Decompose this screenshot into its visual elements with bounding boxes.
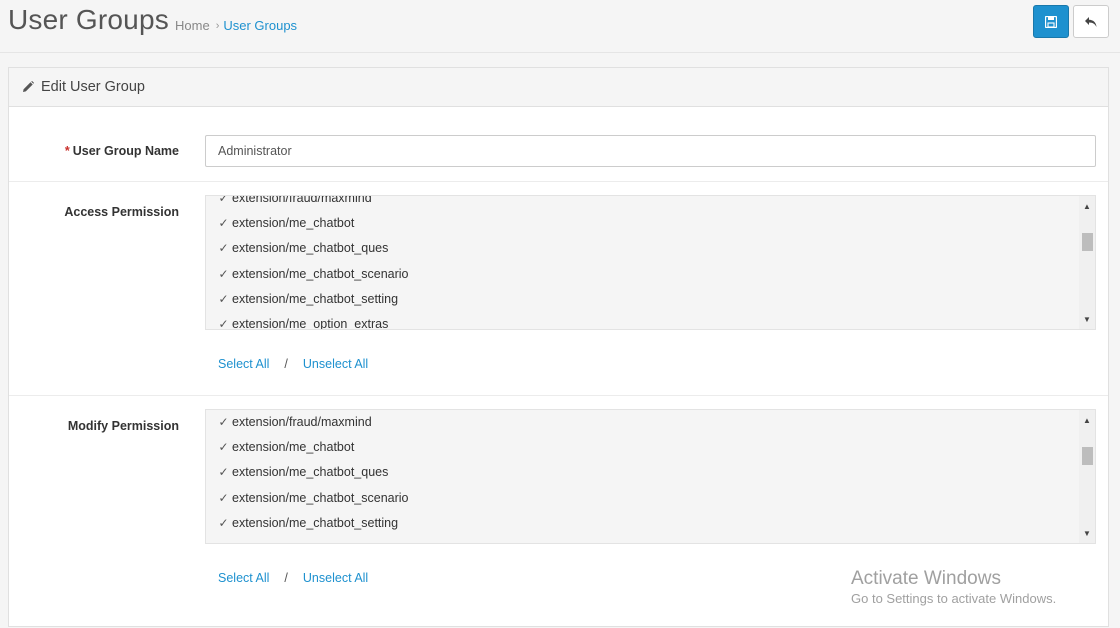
- checkbox-checked-icon[interactable]: ✓: [217, 440, 230, 454]
- access-permission-row: Access Permission ✓ extension/fraud/maxmi…: [9, 181, 1108, 395]
- permission-label: extension/me_chatbot_ques: [232, 465, 389, 480]
- pencil-icon: [23, 81, 34, 92]
- page-title: User Groups: [8, 4, 169, 35]
- scroll-up-arrow-icon[interactable]: ▲: [1079, 198, 1095, 214]
- breadcrumb-current-link[interactable]: User Groups: [223, 18, 297, 33]
- checkbox-checked-icon[interactable]: ✓: [217, 415, 230, 429]
- panel-title: Edit User Group: [41, 79, 145, 95]
- checkbox-checked-icon[interactable]: ✓: [217, 292, 230, 306]
- modify-select-all-link[interactable]: Select All: [218, 571, 269, 585]
- permission-label: extension/me_chatbot_ques: [232, 241, 389, 256]
- permission-label: extension/fraud/maxmind: [232, 415, 372, 429]
- back-button[interactable]: [1073, 5, 1109, 38]
- activate-windows-watermark: Activate Windows Go to Settings to activ…: [851, 568, 1056, 606]
- permission-label: extension/me_chatbot_scenario: [232, 266, 409, 281]
- checkbox-checked-icon[interactable]: ✓: [217, 216, 230, 230]
- edit-user-group-panel: Edit User Group *User Group Name Access …: [8, 67, 1109, 627]
- watermark-subtitle: Go to Settings to activate Windows.: [851, 591, 1057, 606]
- modify-scrollbar[interactable]: ▲ ▼: [1079, 410, 1095, 543]
- access-permission-label: Access Permission: [64, 205, 179, 219]
- permission-label: extension/me_chatbot_scenario: [232, 490, 409, 505]
- scroll-down-arrow-icon[interactable]: ▼: [1079, 311, 1095, 327]
- checkbox-checked-icon[interactable]: ✓: [217, 196, 230, 205]
- permission-label: extension/fraud/maxmind: [232, 195, 372, 205]
- group-name-input[interactable]: [205, 135, 1096, 167]
- permission-item[interactable]: ✓ extension/me_option_extras: [217, 314, 389, 330]
- permission-item[interactable]: ✓ extension/me_chatbot_scenario: [217, 488, 409, 508]
- permission-item[interactable]: ✓ extension/fraud/maxmind: [217, 412, 372, 432]
- permission-item[interactable]: ✓ extension/me_chatbot: [217, 213, 354, 233]
- checkbox-checked-icon[interactable]: ✓: [217, 516, 230, 530]
- permission-item[interactable]: ✓ extension/me_chatbot_setting: [217, 513, 398, 533]
- permission-label: extension/me_option_extras: [232, 317, 389, 330]
- breadcrumb: Home › User Groups: [175, 18, 297, 33]
- modify-select-links: Select All / Unselect All: [218, 571, 368, 585]
- permission-item[interactable]: ✓ extension/me_chatbot_scenario: [217, 264, 409, 284]
- scroll-down-arrow-icon[interactable]: ▼: [1079, 525, 1095, 541]
- page-header: User Groups Home › User Groups: [0, 0, 1120, 53]
- scroll-thumb[interactable]: [1082, 233, 1093, 251]
- permission-item[interactable]: ✓ extension/me_chatbot_setting: [217, 289, 398, 309]
- breadcrumb-home-link[interactable]: Home: [175, 18, 210, 33]
- modify-permission-list[interactable]: ✓ extension/fraud/maxmind ✓ extension/me_ch…: [205, 409, 1096, 544]
- access-permission-list[interactable]: ✓ extension/fraud/maxmind ✓ extension/me_ch…: [205, 195, 1096, 330]
- permission-label: extension/me_chatbot: [232, 216, 355, 231]
- permission-item[interactable]: ✓ extension/fraud/maxmind: [217, 195, 372, 208]
- reply-icon: [1085, 16, 1097, 27]
- access-unselect-all-link[interactable]: Unselect All: [303, 357, 368, 371]
- permission-label: extension/me_chatbot_setting: [232, 515, 399, 530]
- permission-item[interactable]: ✓ extension/me_chatbot_ques: [217, 238, 388, 258]
- checkbox-checked-icon[interactable]: ✓: [217, 465, 230, 479]
- permission-label: extension/me_chatbot_setting: [232, 291, 399, 306]
- watermark-title: Activate Windows: [851, 568, 1001, 589]
- permission-label: extension/me_chatbot: [232, 440, 355, 455]
- group-name-label: * User Group Name: [9, 144, 179, 158]
- checkbox-checked-icon[interactable]: ✓: [217, 241, 230, 255]
- permission-item[interactable]: ✓ extension/me_chatbot: [217, 437, 354, 457]
- breadcrumb-separator: ›: [215, 19, 220, 32]
- save-button[interactable]: [1033, 5, 1069, 38]
- link-separator: /: [284, 571, 288, 585]
- save-icon: [1045, 15, 1057, 28]
- permission-item[interactable]: ✓ extension/me_chatbot_ques: [217, 462, 388, 482]
- scroll-thumb[interactable]: [1082, 447, 1093, 465]
- checkbox-checked-icon[interactable]: ✓: [217, 317, 230, 329]
- group-name-label-text: User Group Name: [72, 144, 179, 158]
- access-select-all-link[interactable]: Select All: [218, 357, 269, 371]
- access-select-links: Select All / Unselect All: [218, 357, 368, 371]
- modify-unselect-all-link[interactable]: Unselect All: [303, 571, 368, 585]
- modify-permission-label: Modify Permission: [67, 419, 179, 433]
- checkbox-checked-icon[interactable]: ✓: [217, 491, 230, 505]
- required-marker: *: [64, 144, 70, 158]
- link-separator: /: [284, 357, 288, 371]
- checkbox-checked-icon[interactable]: ✓: [217, 267, 230, 281]
- scroll-up-arrow-icon[interactable]: ▲: [1079, 412, 1095, 428]
- access-scrollbar[interactable]: ▲ ▼: [1079, 196, 1095, 329]
- panel-heading: Edit User Group: [9, 68, 1108, 107]
- group-name-row: * User Group Name: [9, 108, 1108, 181]
